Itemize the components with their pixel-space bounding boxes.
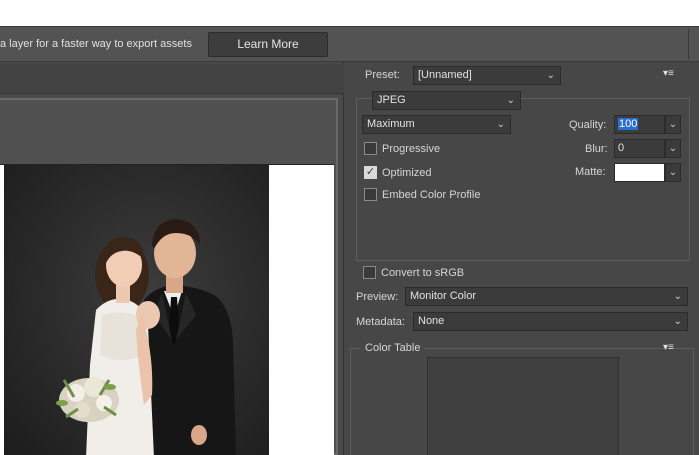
matte-swatch[interactable] [614,163,665,182]
quality-preset-value: Maximum [367,118,415,130]
preview-canvas[interactable] [0,164,334,455]
blur-label: Blur: [585,143,608,155]
embed-color-profile-label: Embed Color Profile [382,189,481,201]
tip-bar: a layer for a faster way to export asset… [0,26,699,62]
blur-value: 0 [618,142,625,154]
preview-image [4,165,269,455]
preview-value: Monitor Color [410,290,477,302]
tip-text: a layer for a faster way to export asset… [0,38,192,50]
panel-menu-icon[interactable]: ▾≡ [663,68,674,79]
optimized-label: Optimized [382,167,432,179]
format-value: JPEG [377,94,406,106]
preview-label: Preview: [356,291,399,303]
progressive-checkbox[interactable] [364,142,377,155]
divider [688,29,689,59]
format-dropdown[interactable]: JPEG ⌄ [372,91,521,110]
preset-value: [Unnamed] [418,69,472,81]
metadata-value: None [418,315,445,327]
blur-chevron-icon[interactable]: ⌄ [665,139,681,158]
chevron-down-icon: ⌄ [673,291,682,302]
quality-value: 100 [618,118,639,130]
metadata-label: Metadata: [356,316,405,328]
matte-label: Matte: [575,166,606,178]
couple-photo-image [56,219,236,455]
learn-more-button[interactable]: Learn More [208,32,328,57]
preview-header [0,100,336,164]
preset-dropdown[interactable]: [Unnamed] ⌄ [413,66,561,85]
convert-srgb-checkbox[interactable] [363,266,376,279]
convert-srgb-label: Convert to sRGB [381,267,465,279]
preset-label: Preset: [365,69,400,81]
panel-menu-icon[interactable]: ▾≡ [663,342,674,353]
progressive-label: Progressive [382,143,441,155]
chevron-down-icon: ⌄ [496,119,505,130]
quality-label: Quality: [569,119,607,131]
chevron-down-icon: ⌄ [673,316,682,327]
quality-input[interactable]: 100 [614,115,665,134]
metadata-dropdown[interactable]: None ⌄ [413,312,688,331]
color-table-area[interactable] [427,357,619,455]
chevron-down-icon: ⌄ [506,95,515,106]
preview-frame [0,98,338,455]
checkmark-icon: ✓ [365,166,376,178]
optimized-checkbox[interactable]: ✓ [364,166,377,179]
save-for-web-dialog: Preset: [Unnamed] ⌄ ▾≡ JPEG ⌄ Maximum ⌄ … [0,62,699,455]
color-table-label: Color Table [361,342,425,354]
optimize-settings-panel: Preset: [Unnamed] ⌄ ▾≡ JPEG ⌄ Maximum ⌄ … [345,62,699,455]
blur-input[interactable]: 0 [614,139,665,158]
quality-chevron-icon[interactable]: ⌄ [665,115,681,134]
top-white-area [0,0,699,26]
embed-color-profile-checkbox[interactable] [364,188,377,201]
matte-chevron-icon[interactable]: ⌄ [665,163,681,182]
preview-dropdown[interactable]: Monitor Color ⌄ [405,287,688,306]
preview-tab-bar[interactable] [0,64,344,94]
chevron-down-icon: ⌄ [546,70,555,81]
preview-panel [0,62,344,455]
quality-preset-dropdown[interactable]: Maximum ⌄ [362,115,511,134]
